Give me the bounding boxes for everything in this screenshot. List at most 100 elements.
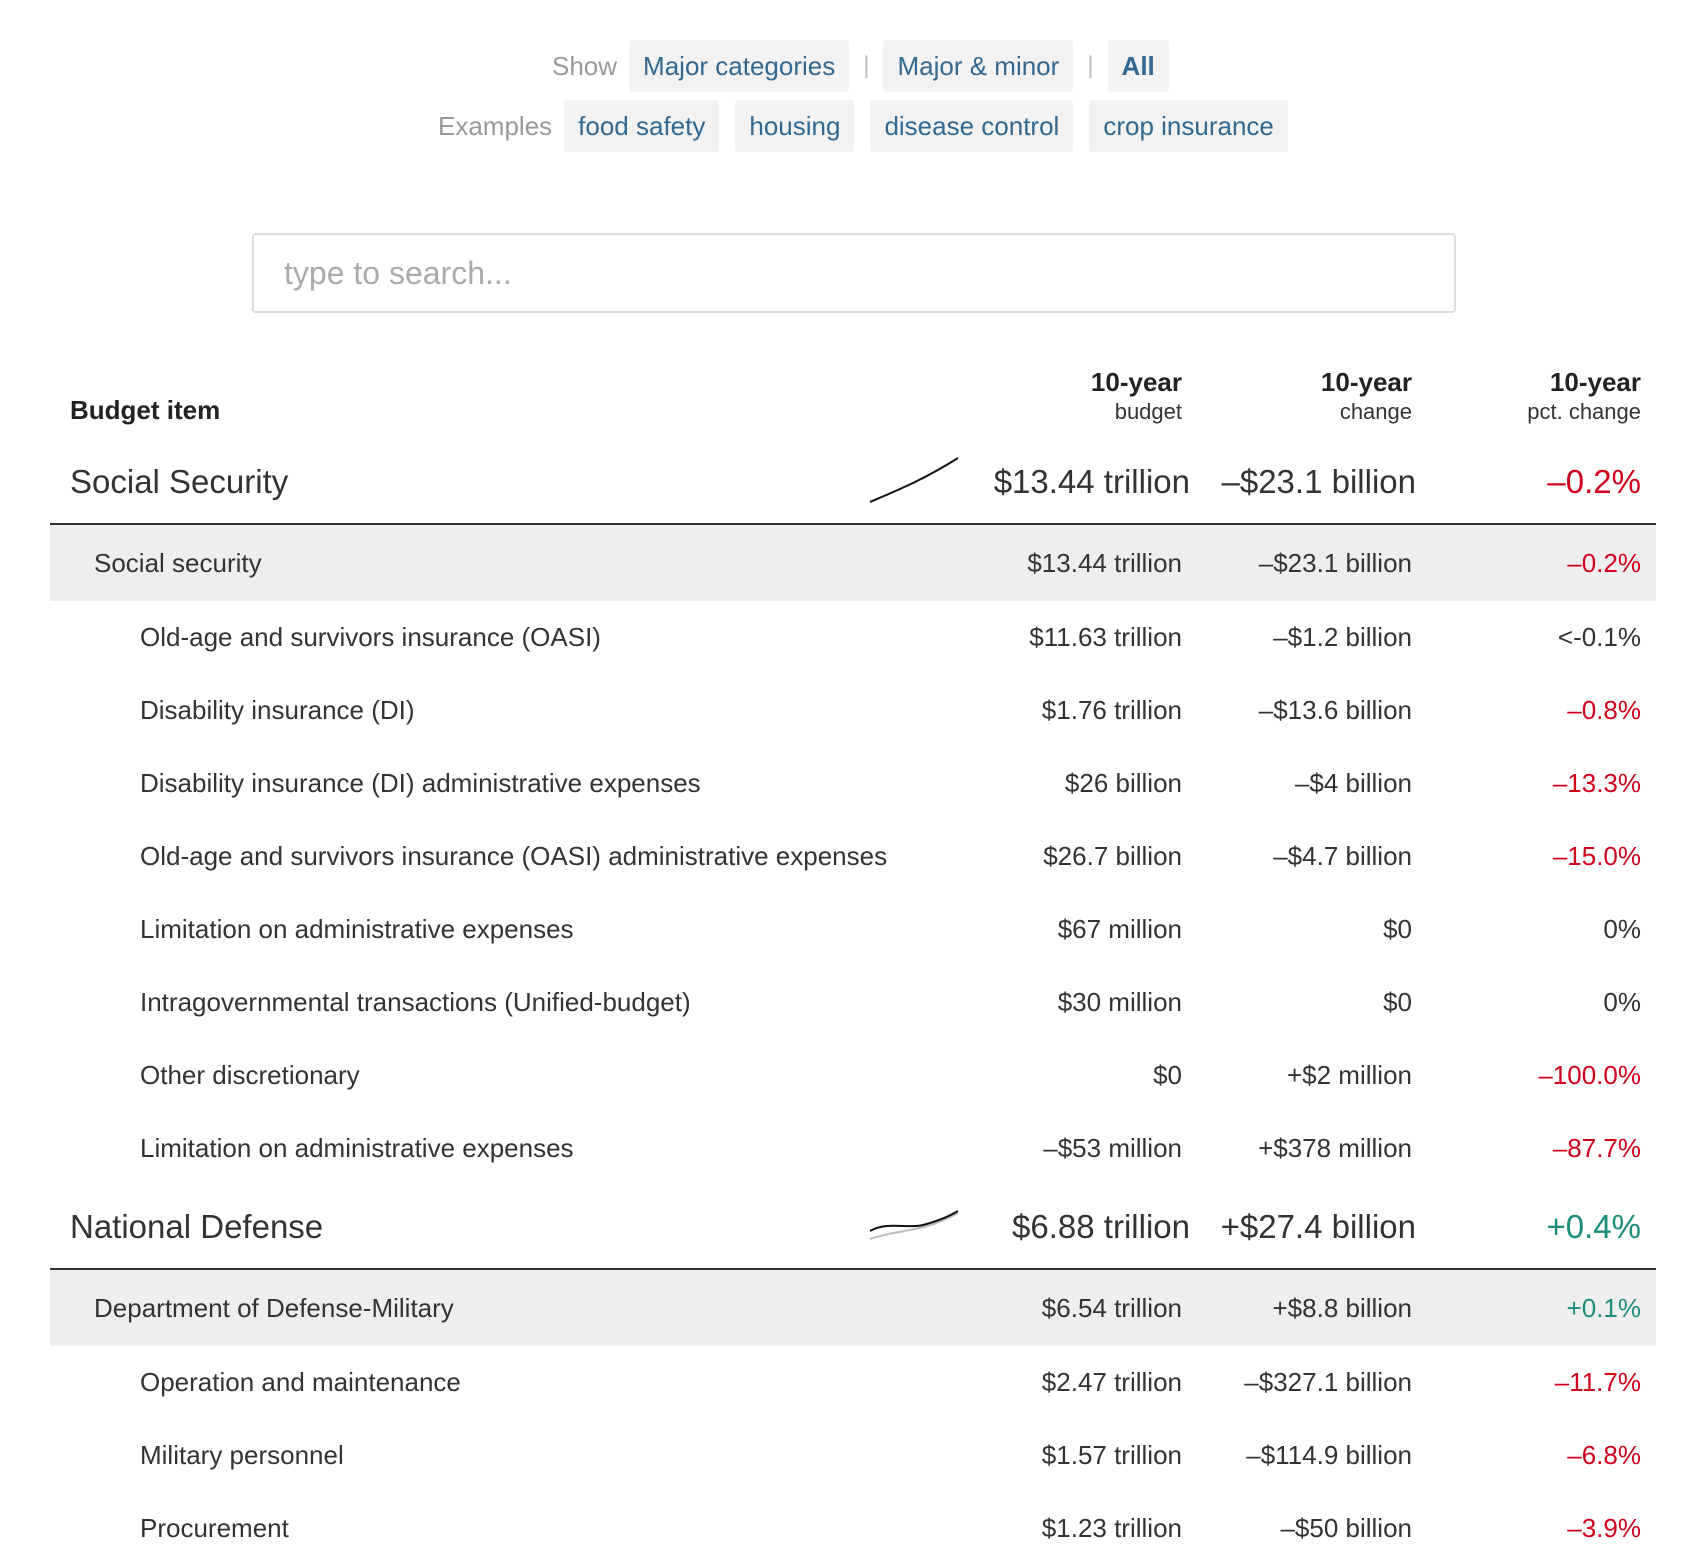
example-crop-insurance-button[interactable]: crop insurance bbox=[1089, 100, 1288, 152]
example-disease-control-button[interactable]: disease control bbox=[870, 100, 1074, 152]
header-label: 10-year bbox=[1549, 367, 1641, 397]
item-name: Disability insurance (DI) bbox=[140, 695, 415, 725]
subcategory-row-social-security[interactable]: Social security $13.44 trillion –$23.1 b… bbox=[50, 525, 1656, 601]
category-pct-change: –0.2% bbox=[1547, 462, 1641, 500]
examples-row: Examples food safety housing disease con… bbox=[438, 100, 1304, 152]
item-name: Old-age and survivors insurance (OASI) bbox=[140, 622, 601, 652]
subcategory-pct-change: +0.1% bbox=[1566, 1292, 1641, 1323]
item-pct-change: –15.0% bbox=[1552, 841, 1641, 871]
table-row[interactable]: Military personnel $1.57 trillion –$114.… bbox=[50, 1419, 1656, 1492]
table-row[interactable]: Other discretionary $0 +$2 million –100.… bbox=[50, 1039, 1656, 1112]
item-change: +$378 million bbox=[1258, 1133, 1412, 1163]
item-change: –$13.6 billion bbox=[1258, 695, 1412, 725]
header-sublabel: pct. change bbox=[1527, 399, 1641, 424]
table-row[interactable]: Disability insurance (DI) $1.76 trillion… bbox=[50, 674, 1656, 747]
header-label: 10-year bbox=[1090, 367, 1182, 397]
item-change: +$2 million bbox=[1286, 1060, 1412, 1090]
item-pct-change: –11.7% bbox=[1554, 1367, 1641, 1397]
header-sublabel: budget bbox=[1114, 399, 1182, 424]
subcategory-name: Department of Defense-Military bbox=[94, 1292, 454, 1323]
table-row[interactable]: Old-age and survivors insurance (OASI) a… bbox=[50, 820, 1656, 893]
trend-sparkline bbox=[869, 457, 959, 503]
item-name: Procurement bbox=[140, 1513, 289, 1543]
header-10-year-budget: 10-year budget bbox=[1091, 366, 1182, 426]
category-name: Social Security bbox=[70, 462, 289, 500]
separator: | bbox=[1087, 52, 1094, 79]
category-budget: $6.88 trillion bbox=[1012, 1207, 1190, 1245]
separator: | bbox=[863, 52, 870, 79]
header-sublabel: change bbox=[1339, 399, 1412, 424]
subcategory-budget: $6.54 trillion bbox=[1041, 1292, 1182, 1323]
item-pct-change: –13.3% bbox=[1552, 768, 1641, 798]
item-change: –$50 billion bbox=[1280, 1513, 1412, 1543]
table-row[interactable]: Intragovernmental transactions (Unified-… bbox=[50, 966, 1656, 1039]
subcategory-change: –$23.1 billion bbox=[1258, 547, 1412, 578]
category-row-national-defense[interactable]: National Defense $6.88 trillion +$27.4 b… bbox=[50, 1185, 1656, 1270]
item-name: Limitation on administrative expenses bbox=[140, 1133, 574, 1163]
item-name: Old-age and survivors insurance (OASI) a… bbox=[140, 841, 888, 871]
item-name: Intragovernmental transactions (Unified-… bbox=[140, 987, 691, 1017]
search-input[interactable] bbox=[254, 235, 1454, 311]
subcategory-row-defense-military[interactable]: Department of Defense-Military $6.54 tri… bbox=[50, 1270, 1656, 1346]
item-pct-change: –100.0% bbox=[1538, 1060, 1641, 1090]
category-budget: $13.44 trillion bbox=[993, 462, 1190, 500]
item-pct-change: <-0.1% bbox=[1557, 622, 1641, 652]
item-budget: –$53 million bbox=[1043, 1133, 1182, 1163]
show-filter-row: Show Major categories | Major & minor | … bbox=[552, 40, 1169, 92]
subcategory-pct-change: –0.2% bbox=[1567, 547, 1641, 578]
example-food-safety-button[interactable]: food safety bbox=[564, 100, 720, 152]
category-row-social-security[interactable]: Social Security $13.44 trillion –$23.1 b… bbox=[50, 440, 1656, 525]
subcategory-name: Social security bbox=[94, 547, 262, 578]
show-all-button[interactable]: All bbox=[1107, 40, 1169, 92]
item-budget: $11.63 trillion bbox=[1029, 622, 1182, 652]
show-major-categories-button[interactable]: Major categories bbox=[629, 40, 850, 92]
item-budget: $0 bbox=[1153, 1060, 1182, 1090]
item-change: $0 bbox=[1383, 914, 1412, 944]
item-budget: $1.57 trillion bbox=[1041, 1440, 1182, 1470]
item-budget: $1.76 trillion bbox=[1041, 695, 1182, 725]
header-label: 10-year bbox=[1320, 367, 1412, 397]
trend-sparkline bbox=[869, 1210, 959, 1240]
table-row[interactable]: Disability insurance (DI) administrative… bbox=[50, 747, 1656, 820]
item-change: $0 bbox=[1383, 987, 1412, 1017]
item-pct-change: –6.8% bbox=[1567, 1440, 1641, 1470]
show-major-minor-button[interactable]: Major & minor bbox=[883, 40, 1074, 92]
category-pct-change: +0.4% bbox=[1546, 1207, 1642, 1245]
subcategory-change: +$8.8 billion bbox=[1272, 1292, 1413, 1323]
item-name: Operation and maintenance bbox=[140, 1367, 461, 1397]
item-budget: $2.47 trillion bbox=[1041, 1367, 1182, 1397]
item-budget: $67 million bbox=[1057, 914, 1182, 944]
table-row[interactable]: Old-age and survivors insurance (OASI) $… bbox=[50, 601, 1656, 674]
table-row[interactable]: Operation and maintenance $2.47 trillion… bbox=[50, 1346, 1656, 1419]
example-housing-button[interactable]: housing bbox=[735, 100, 855, 152]
subcategory-budget: $13.44 trillion bbox=[1027, 547, 1182, 578]
item-pct-change: 0% bbox=[1603, 987, 1641, 1017]
item-pct-change: –0.8% bbox=[1567, 695, 1641, 725]
examples-label: Examples bbox=[438, 110, 553, 141]
show-label: Show bbox=[552, 50, 618, 81]
table-row[interactable]: Procurement $1.23 trillion –$50 billion … bbox=[50, 1492, 1656, 1565]
item-pct-change: –3.9% bbox=[1567, 1513, 1641, 1543]
item-budget: $1.23 trillion bbox=[1041, 1513, 1182, 1543]
item-budget: $26.7 billion bbox=[1043, 841, 1182, 871]
table-row[interactable]: Limitation on administrative expenses –$… bbox=[50, 1112, 1656, 1185]
category-name: National Defense bbox=[70, 1207, 324, 1245]
item-name: Limitation on administrative expenses bbox=[140, 914, 574, 944]
table-row[interactable]: Limitation on administrative expenses $6… bbox=[50, 893, 1656, 966]
header-10-year-change: 10-year change bbox=[1321, 366, 1412, 426]
item-change: –$4.7 billion bbox=[1273, 841, 1412, 871]
item-pct-change: 0% bbox=[1603, 914, 1641, 944]
header-10-year-pct-change: 10-year pct. change bbox=[1527, 366, 1641, 426]
item-change: –$327.1 billion bbox=[1244, 1367, 1412, 1397]
item-name: Military personnel bbox=[140, 1440, 344, 1470]
item-change: –$4 billion bbox=[1294, 768, 1412, 798]
item-budget: $30 million bbox=[1057, 987, 1182, 1017]
budget-table: Budget item 10-year budget 10-year chang… bbox=[50, 360, 1656, 1565]
item-pct-change: –87.7% bbox=[1552, 1133, 1641, 1163]
search-box bbox=[252, 233, 1456, 313]
category-change: –$23.1 billion bbox=[1221, 462, 1417, 500]
item-budget: $26 billion bbox=[1064, 768, 1182, 798]
item-change: –$114.9 billion bbox=[1246, 1440, 1412, 1470]
header-budget-item: Budget item bbox=[70, 395, 221, 425]
category-change: +$27.4 billion bbox=[1220, 1207, 1416, 1245]
